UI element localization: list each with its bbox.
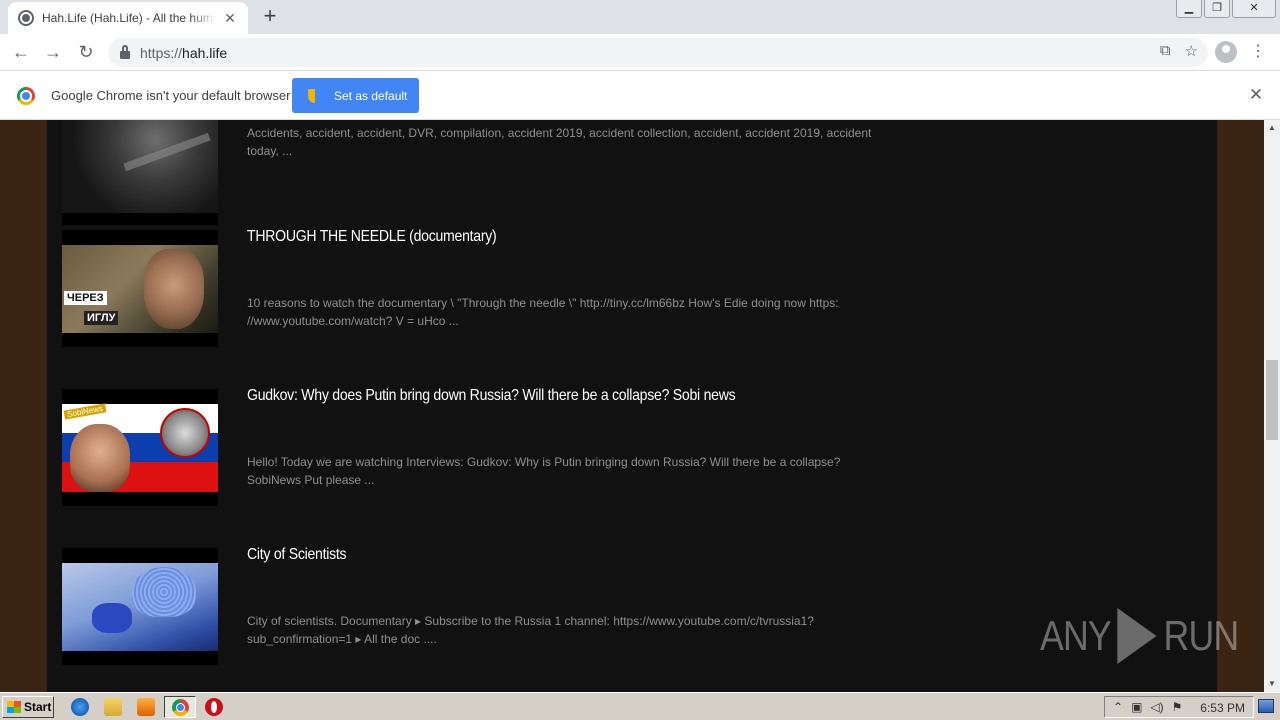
thumbnail-caption: SobiNews: [63, 403, 107, 420]
start-button[interactable]: Start: [2, 696, 54, 718]
watermark-text-right: RUN: [1163, 612, 1240, 659]
infobar-message: Google Chrome isn't your default browser: [51, 88, 291, 103]
windows-taskbar: Start ⌃ ▣ ◁) ⚑ 6:53 PM: [0, 692, 1280, 720]
minimize-button[interactable]: ▁: [1176, 0, 1202, 18]
restore-button[interactable]: ❐: [1204, 0, 1230, 18]
scroll-down-arrow-icon[interactable]: ▼: [1264, 676, 1280, 692]
taskbar-chrome-button[interactable]: [164, 696, 196, 718]
bookmark-star-icon[interactable]: ☆: [1185, 42, 1198, 60]
chrome-menu-icon[interactable]: ⋮: [1250, 42, 1266, 62]
action-center-flag-icon[interactable]: ⚑: [1172, 700, 1183, 714]
profile-avatar-icon[interactable]: [1215, 41, 1237, 63]
tab-strip: Hah.Life (Hah.Life) - All the humor in ✕…: [0, 0, 1280, 34]
globe-icon: [18, 10, 34, 26]
infobar-close-icon[interactable]: ✕: [1247, 85, 1265, 105]
thumbnail-image: ЧЕРЕЗ ИГЛУ: [62, 245, 218, 333]
url-text[interactable]: https://hah.life: [140, 45, 227, 61]
system-tray: ⌃ ▣ ◁) ⚑ 6:53 PM: [1104, 696, 1254, 718]
internet-explorer-icon[interactable]: [71, 698, 89, 716]
clock[interactable]: 6:53 PM: [1200, 701, 1245, 715]
windows-flag-icon: [7, 701, 21, 713]
vertical-scrollbar[interactable]: ▲ ▼: [1264, 120, 1280, 692]
thumbnail-caption: ЧЕРЕЗ: [64, 291, 107, 305]
anyrun-watermark: ANY RUN: [1040, 608, 1240, 664]
scroll-up-arrow-icon[interactable]: ▲: [1264, 120, 1280, 136]
set-as-default-button[interactable]: Set as default: [292, 78, 419, 113]
reload-icon[interactable]: ↻: [75, 42, 97, 64]
video-description: 10 reasons to watch the documentary \ "T…: [247, 296, 839, 328]
start-label: Start: [24, 700, 52, 714]
portrait-shape: [144, 249, 204, 329]
tab-hah-life[interactable]: Hah.Life (Hah.Life) - All the humor in ✕: [8, 2, 248, 34]
tray-expand-icon[interactable]: ⌃: [1113, 700, 1123, 714]
folder-icon[interactable]: [104, 698, 122, 716]
video-item[interactable]: Accidents, accident, accident, DVR, comp…: [62, 120, 1202, 228]
scrollbar-thumb[interactable]: [1266, 360, 1278, 440]
video-item[interactable]: City of Scientists City of scientists. D…: [62, 546, 1202, 668]
video-title-link[interactable]: THROUGH THE NEEDLE (documentary): [247, 228, 497, 246]
video-title-link[interactable]: Gudkov: Why does Putin bring down Russia…: [247, 387, 736, 405]
video-item[interactable]: SobiNews Gudkov: Why does Putin bring do…: [62, 387, 1202, 509]
forward-arrow-icon[interactable]: →: [42, 42, 64, 64]
window-controls: ▁ ❐ ✕: [1174, 0, 1276, 18]
network-icon[interactable]: ▣: [1131, 700, 1142, 714]
video-thumbnail[interactable]: SobiNews: [62, 389, 218, 506]
set-as-default-label: Set as default: [334, 88, 408, 103]
video-list: Accidents, accident, accident, DVR, comp…: [47, 120, 1217, 692]
video-title-link[interactable]: City of Scientists: [247, 546, 347, 564]
show-desktop-icon[interactable]: [1258, 699, 1274, 713]
browser-toolbar: ← → ↻ https://hah.life ⧉ ☆ ⋮: [0, 34, 1280, 71]
opera-icon[interactable]: [205, 698, 223, 716]
video-description: Accidents, accident, accident, DVR, comp…: [247, 126, 872, 158]
page-viewport: Accidents, accident, accident, DVR, comp…: [0, 120, 1264, 692]
chrome-icon: [172, 699, 189, 716]
back-arrow-icon[interactable]: ←: [10, 42, 32, 64]
volume-icon[interactable]: ◁): [1150, 700, 1163, 714]
tab-close-icon[interactable]: ✕: [222, 10, 238, 27]
video-description: Hello! Today we are watching Interviews:…: [247, 455, 841, 487]
watermark-text-left: ANY: [1040, 612, 1112, 659]
uac-shield-icon: [308, 88, 322, 103]
thumbnail-caption: ИГЛУ: [84, 311, 119, 325]
media-player-icon[interactable]: [137, 698, 155, 716]
video-item[interactable]: ЧЕРЕЗ ИГЛУ THROUGH THE NEEDLE (documenta…: [62, 228, 1202, 350]
lock-icon[interactable]: [120, 44, 130, 59]
address-bar[interactable]: https://hah.life ⧉ ☆: [108, 38, 1208, 67]
video-thumbnail[interactable]: [62, 548, 218, 665]
portrait-inset: [160, 408, 210, 458]
video-thumbnail[interactable]: [62, 120, 218, 225]
window-close-button[interactable]: ✕: [1232, 0, 1276, 18]
video-thumbnail[interactable]: ЧЕРЕЗ ИГЛУ: [62, 230, 218, 347]
thumbnail-image: SobiNews: [62, 403, 218, 492]
translate-icon[interactable]: ⧉: [1160, 42, 1171, 60]
chrome-logo-icon: [17, 87, 35, 105]
new-tab-button[interactable]: +: [258, 5, 282, 28]
play-icon: [1117, 608, 1157, 664]
video-description: City of scientists. Documentary ▸ Subscr…: [247, 614, 814, 646]
default-browser-infobar: Google Chrome isn't your default browser…: [0, 71, 1280, 120]
thumbnail-image: [62, 120, 218, 213]
thumbnail-image: [62, 563, 218, 651]
tab-title: Hah.Life (Hah.Life) - All the humor in: [42, 11, 216, 25]
